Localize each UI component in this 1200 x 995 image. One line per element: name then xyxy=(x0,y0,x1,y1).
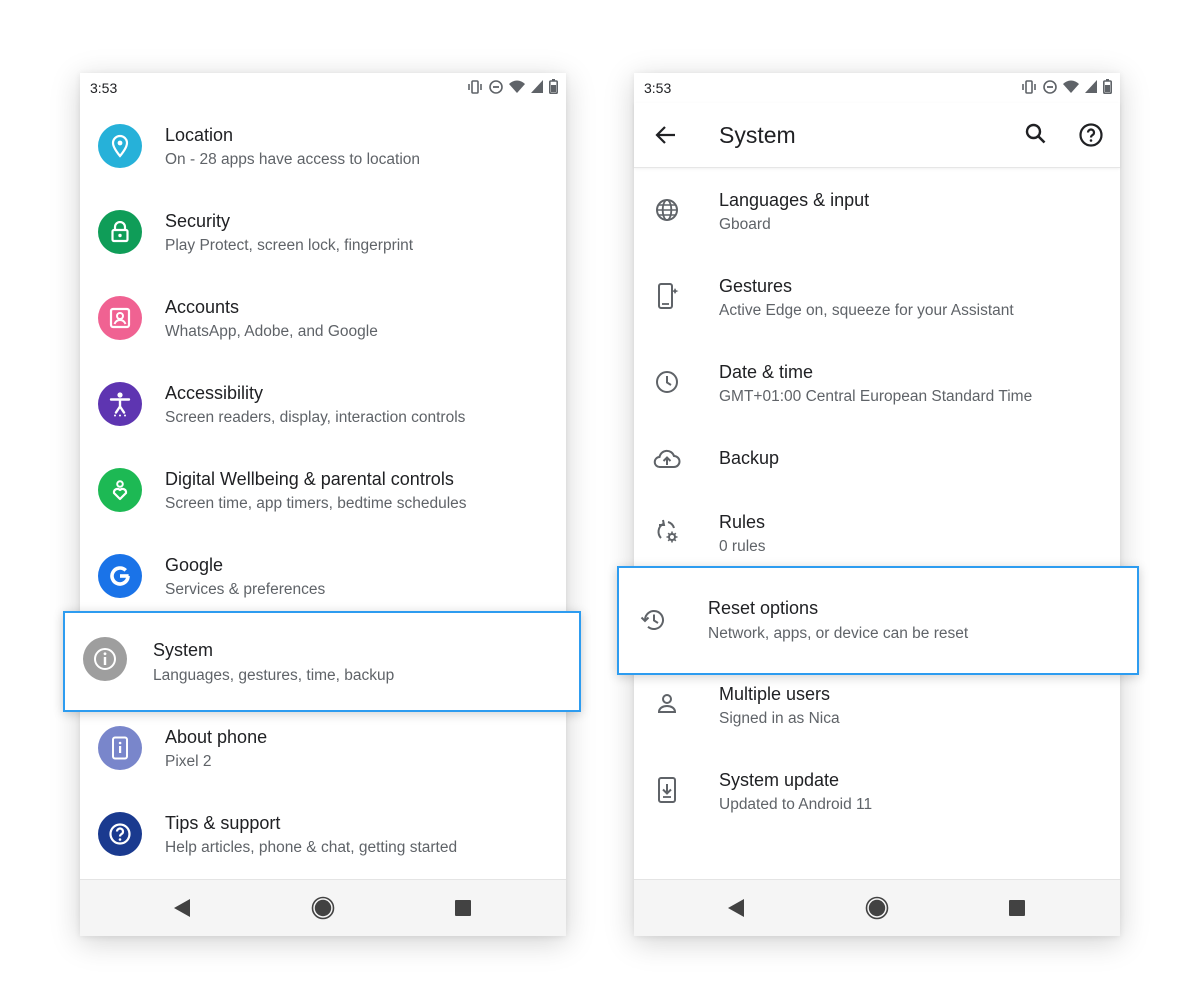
globe-icon xyxy=(653,196,681,224)
settings-item-accounts[interactable]: Accounts WhatsApp, Adobe, and Google xyxy=(80,283,566,369)
item-title: Digital Wellbeing & parental controls xyxy=(165,469,454,489)
item-title: Google xyxy=(165,555,224,575)
settings-item-security[interactable]: Security Play Protect, screen lock, fing… xyxy=(80,197,566,283)
system-update-icon xyxy=(653,776,681,804)
settings-item-system-highlighted[interactable]: System Languages, gestures, time, backup xyxy=(63,611,581,712)
item-title: Accessibility xyxy=(165,383,264,403)
status-bar: 3:53 xyxy=(634,73,1120,103)
item-title: Location xyxy=(165,125,234,145)
recents-nav-icon[interactable] xyxy=(451,896,475,920)
item-subtitle: Help articles, phone & chat, getting sta… xyxy=(165,839,458,856)
item-title: Multiple users xyxy=(719,684,831,704)
item-subtitle: Screen time, app timers, bedtime schedul… xyxy=(165,495,467,512)
accessibility-icon xyxy=(98,382,142,426)
phone-info-icon xyxy=(98,726,142,770)
location-pin-icon xyxy=(98,124,142,168)
item-subtitle: Services & preferences xyxy=(165,581,326,598)
system-item-reset-options-highlighted[interactable]: Reset options Network, apps, or device c… xyxy=(617,566,1139,675)
battery-icon xyxy=(1103,79,1112,94)
settings-item-tips-support[interactable]: Tips & support Help articles, phone & ch… xyxy=(80,799,566,885)
navigation-bar xyxy=(634,879,1120,936)
back-nav-icon[interactable] xyxy=(170,896,194,920)
status-time: 3:53 xyxy=(644,80,672,96)
item-title: Tips & support xyxy=(165,813,281,833)
wellbeing-heart-icon xyxy=(98,468,142,512)
settings-item-location[interactable]: Location On - 28 apps have access to loc… xyxy=(80,111,566,197)
system-item-gestures[interactable]: Gestures Active Edge on, squeeze for you… xyxy=(634,266,1120,352)
item-subtitle: Active Edge on, squeeze for your Assista… xyxy=(719,302,1014,319)
signal-icon xyxy=(1085,80,1097,93)
status-bar: 3:53 xyxy=(80,73,566,103)
search-icon[interactable] xyxy=(1024,122,1048,151)
item-subtitle: Languages, gestures, time, backup xyxy=(153,667,395,684)
item-title: System xyxy=(153,640,214,660)
system-settings-screen: 3:53 System Languages & input Gboard Ges… xyxy=(617,73,1139,936)
item-subtitle: Signed in as Nica xyxy=(719,710,840,727)
system-item-system-update[interactable]: System update Updated to Android 11 xyxy=(634,760,1120,846)
item-subtitle: WhatsApp, Adobe, and Google xyxy=(165,323,378,340)
battery-icon xyxy=(549,79,558,94)
item-title: Date & time xyxy=(719,362,814,382)
wifi-icon xyxy=(1063,80,1079,93)
vibrate-icon xyxy=(1021,79,1037,94)
item-title: Reset options xyxy=(708,598,819,618)
item-subtitle: On - 28 apps have access to location xyxy=(165,151,421,168)
help-icon[interactable] xyxy=(1078,122,1104,153)
app-bar: System xyxy=(634,103,1120,168)
person-icon xyxy=(653,690,681,718)
item-title: Accounts xyxy=(165,297,240,317)
vibrate-icon xyxy=(467,79,483,94)
navigation-bar xyxy=(80,879,566,936)
item-title: Languages & input xyxy=(719,190,870,210)
system-item-date-time[interactable]: Date & time GMT+01:00 Central European S… xyxy=(634,352,1120,438)
info-icon xyxy=(83,637,127,681)
page-title: System xyxy=(719,122,796,148)
back-arrow-icon[interactable] xyxy=(654,123,678,152)
home-nav-icon[interactable] xyxy=(865,896,889,920)
item-title: Gestures xyxy=(719,276,793,296)
item-subtitle: Play Protect, screen lock, fingerprint xyxy=(165,237,414,254)
system-item-multiple-users[interactable]: Multiple users Signed in as Nica xyxy=(634,674,1120,760)
item-subtitle: Screen readers, display, interaction con… xyxy=(165,409,466,426)
do-not-disturb-icon xyxy=(1043,79,1057,94)
clock-icon xyxy=(653,368,681,396)
item-subtitle: Pixel 2 xyxy=(165,753,212,770)
signal-icon xyxy=(531,80,543,93)
account-box-icon xyxy=(98,296,142,340)
item-title: Security xyxy=(165,211,231,231)
google-g-icon xyxy=(98,554,142,598)
history-icon xyxy=(640,606,668,639)
back-nav-icon[interactable] xyxy=(724,896,748,920)
wifi-icon xyxy=(509,80,525,93)
settings-item-about-phone[interactable]: About phone Pixel 2 xyxy=(80,713,566,799)
item-title: System update xyxy=(719,770,840,790)
settings-item-digital-wellbeing[interactable]: Digital Wellbeing & parental controls Sc… xyxy=(80,455,566,541)
settings-item-accessibility[interactable]: Accessibility Screen readers, display, i… xyxy=(80,369,566,455)
item-subtitle: 0 rules xyxy=(719,538,766,555)
do-not-disturb-icon xyxy=(489,79,503,94)
item-title: Backup xyxy=(719,448,780,468)
system-item-languages-input[interactable]: Languages & input Gboard xyxy=(634,180,1120,266)
item-subtitle: Gboard xyxy=(719,216,771,233)
recents-nav-icon[interactable] xyxy=(1005,896,1029,920)
settings-screen: 3:53 Location On - 28 apps have access t… xyxy=(63,73,581,936)
status-time: 3:53 xyxy=(90,80,118,96)
lock-icon xyxy=(98,210,142,254)
item-subtitle: Updated to Android 11 xyxy=(719,796,873,813)
cloud-upload-icon xyxy=(653,445,681,473)
rules-icon xyxy=(653,518,681,546)
item-title: About phone xyxy=(165,727,268,747)
item-title: Rules xyxy=(719,512,766,532)
home-nav-icon[interactable] xyxy=(311,896,335,920)
help-icon xyxy=(98,812,142,856)
item-subtitle: Network, apps, or device can be reset xyxy=(708,625,969,642)
gesture-phone-icon xyxy=(653,282,681,310)
item-subtitle: GMT+01:00 Central European Standard Time xyxy=(719,388,1033,405)
